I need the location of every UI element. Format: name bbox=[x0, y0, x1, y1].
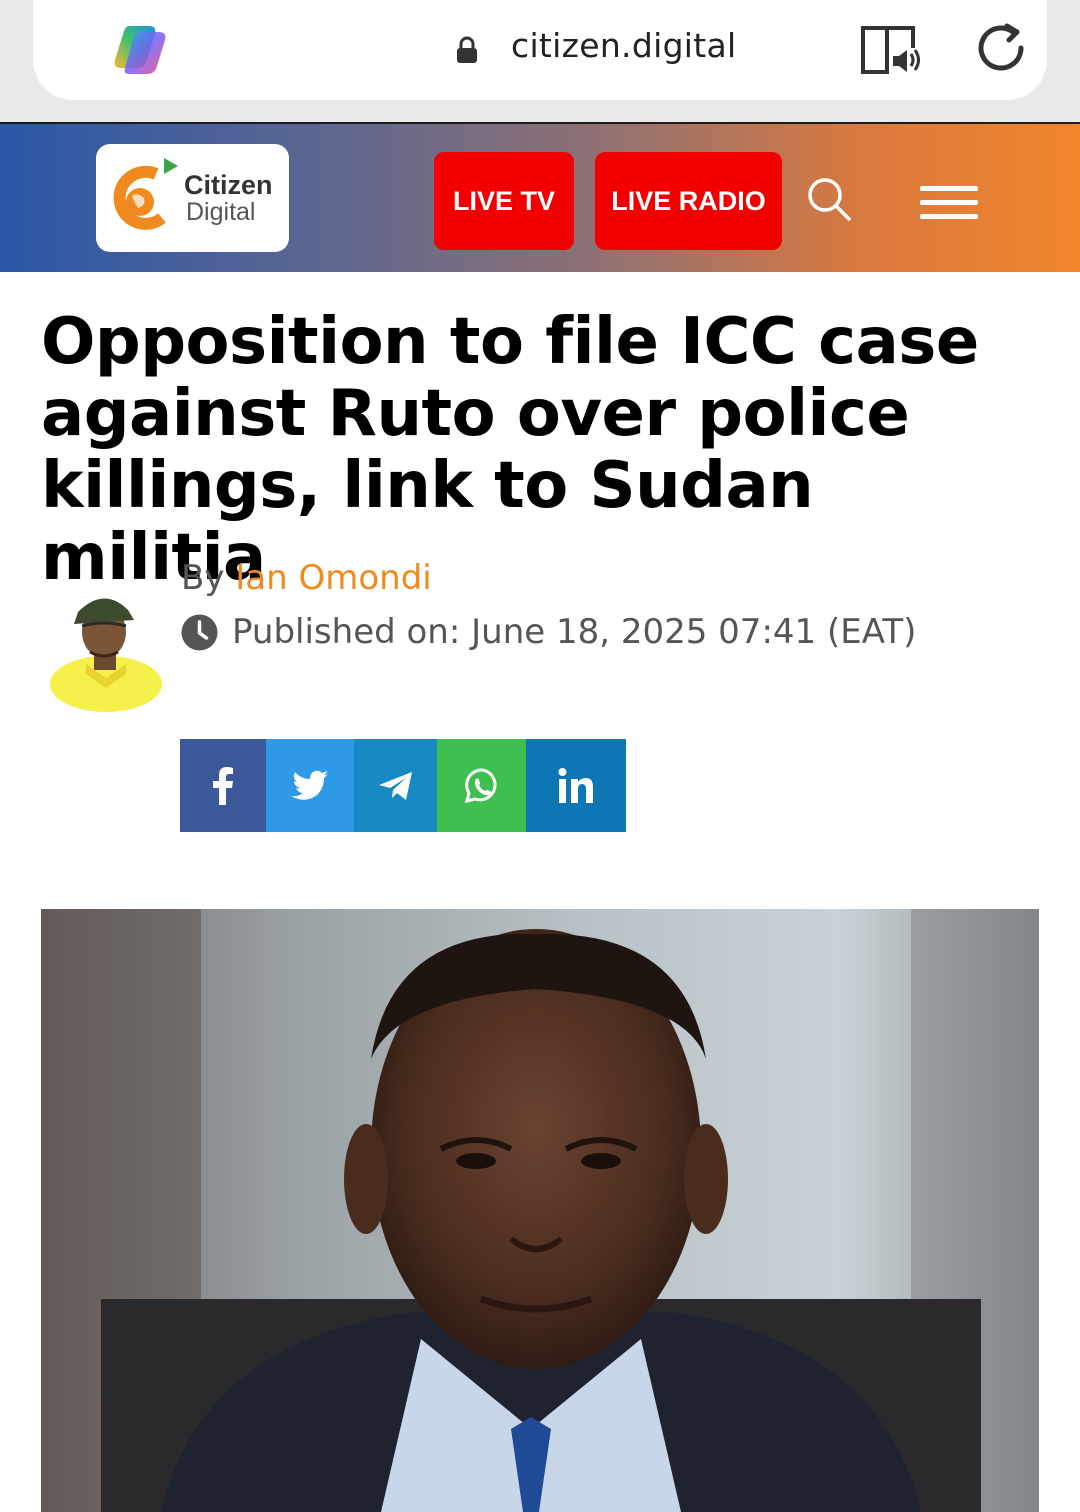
hamburger-menu-icon[interactable] bbox=[920, 184, 978, 220]
publish-date-text: Published on: June 18, 2025 07:41 (EAT) bbox=[232, 612, 917, 652]
copilot-icon[interactable] bbox=[111, 20, 173, 78]
linkedin-icon bbox=[558, 767, 593, 803]
live-radio-button[interactable]: LIVE RADIO bbox=[595, 152, 782, 250]
article-hero-photo[interactable] bbox=[41, 909, 1039, 1512]
share-facebook-button[interactable] bbox=[180, 739, 266, 832]
browser-toolbar: citizen.digital bbox=[0, 0, 1080, 122]
byline: By Ian Omondi bbox=[181, 558, 432, 598]
share-linkedin-button[interactable] bbox=[526, 739, 626, 832]
site-header: Citizen Digital LIVE TV LIVE RADIO bbox=[0, 122, 1080, 272]
author-avatar[interactable] bbox=[42, 586, 162, 714]
address-bar[interactable]: citizen.digital bbox=[33, 0, 1047, 100]
share-whatsapp-button[interactable] bbox=[437, 739, 526, 832]
citizen-logo-icon bbox=[113, 158, 178, 230]
twitter-icon bbox=[291, 770, 328, 800]
share-telegram-button[interactable] bbox=[354, 739, 437, 832]
share-twitter-button[interactable] bbox=[266, 739, 354, 832]
clock-icon bbox=[181, 614, 218, 650]
whatsapp-icon bbox=[464, 767, 497, 803]
site-logo[interactable]: Citizen Digital bbox=[96, 144, 289, 252]
author-link[interactable]: Ian Omondi bbox=[235, 558, 431, 598]
article-headline: Opposition to file ICC case against Ruto… bbox=[41, 305, 979, 595]
read-aloud-icon[interactable] bbox=[859, 22, 921, 78]
lock-icon bbox=[457, 36, 477, 63]
live-tv-button[interactable]: LIVE TV bbox=[434, 152, 574, 250]
facebook-icon bbox=[213, 766, 233, 805]
publish-date: Published on: June 18, 2025 07:41 (EAT) bbox=[181, 612, 916, 652]
byline-prefix: By bbox=[181, 558, 225, 598]
logo-wordmark-line2: Digital bbox=[186, 198, 256, 226]
share-bar bbox=[180, 739, 626, 832]
logo-wordmark-line1: Citizen bbox=[184, 170, 273, 200]
telegram-icon bbox=[378, 771, 412, 800]
search-icon[interactable] bbox=[806, 176, 852, 222]
reload-icon[interactable] bbox=[975, 22, 1031, 78]
url-text[interactable]: citizen.digital bbox=[511, 26, 737, 65]
